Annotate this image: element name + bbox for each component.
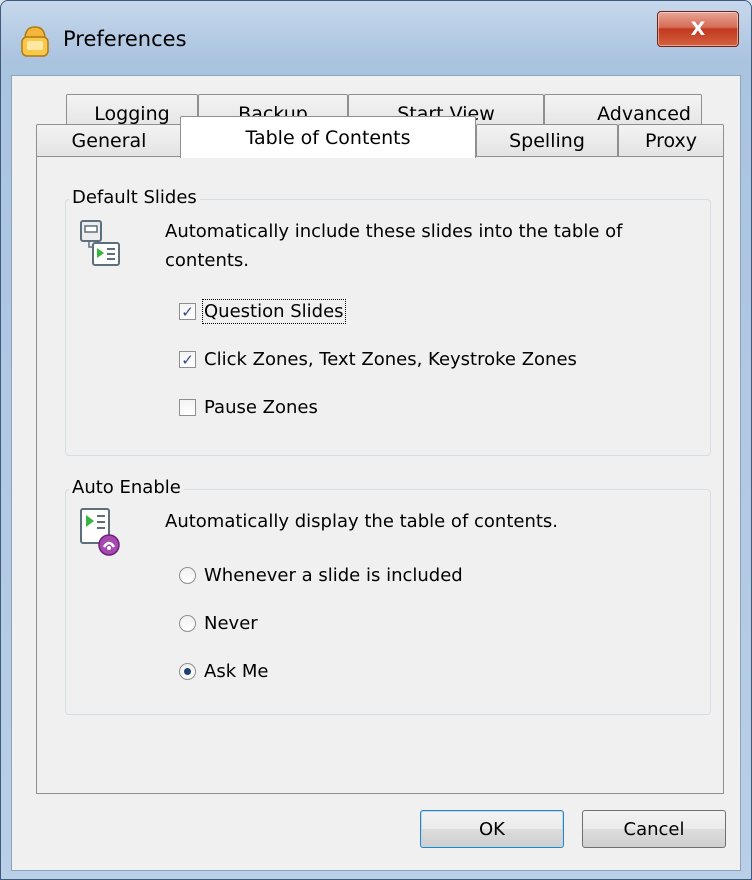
radio-never[interactable]: Never: [179, 613, 258, 634]
tab-table-of-contents[interactable]: Table of Contents: [180, 116, 476, 158]
tab-panel-table-of-contents: Default Slides Automatically include the…: [36, 156, 724, 794]
default-slides-title: Default Slides: [69, 187, 200, 208]
radio-unselected-icon: [179, 615, 196, 632]
radio-whenever-included-label: Whenever a slide is included: [204, 565, 463, 586]
question-slides-checkbox[interactable]: ✓ Question Slides: [179, 299, 346, 324]
radio-selected-icon: [179, 663, 196, 680]
checkbox-checked-icon: ✓: [179, 303, 196, 321]
close-icon: X: [690, 18, 706, 40]
tab-general[interactable]: General: [36, 124, 182, 157]
radio-ask-me[interactable]: Ask Me: [179, 661, 268, 682]
ok-button-label: OK: [479, 818, 505, 840]
radio-whenever-included[interactable]: Whenever a slide is included: [179, 565, 463, 586]
close-button[interactable]: X: [657, 11, 739, 47]
toc-auto-display-icon: [79, 507, 123, 561]
question-slides-label: Question Slides: [202, 299, 346, 324]
radio-ask-me-label: Ask Me: [204, 661, 269, 682]
default-slides-description-line1: Automatically include these slides into …: [165, 221, 623, 242]
tab-spelling-label: Spelling: [509, 130, 585, 152]
tab-table-of-contents-label: Table of Contents: [245, 127, 411, 149]
tab-general-label: General: [71, 130, 147, 152]
auto-enable-title: Auto Enable: [69, 477, 184, 498]
cancel-button-label: Cancel: [623, 818, 685, 840]
tab-proxy[interactable]: Proxy: [618, 124, 724, 157]
tab-spelling[interactable]: Spelling: [476, 124, 618, 157]
auto-enable-description: Automatically display the table of conte…: [165, 511, 559, 532]
dialog-client-area: Logging Backup Start View Advanced Gener…: [11, 75, 741, 871]
radio-unselected-icon: [179, 567, 196, 584]
preferences-window: Preferences X Logging Backup Start View …: [0, 0, 752, 880]
click-zones-checkbox[interactable]: ✓ Click Zones, Text Zones, Keystroke Zon…: [179, 349, 577, 370]
tab-logging-label: Logging: [94, 102, 170, 125]
ok-button[interactable]: OK: [420, 810, 564, 848]
pause-zones-checkbox[interactable]: Pause Zones: [179, 397, 318, 418]
title-bar[interactable]: Preferences X: [1, 1, 751, 77]
cancel-button[interactable]: Cancel: [582, 810, 726, 848]
pause-zones-label: Pause Zones: [204, 397, 318, 418]
app-logo-icon: [19, 25, 51, 59]
default-slides-description-line2: contents.: [165, 250, 250, 271]
click-zones-label: Click Zones, Text Zones, Keystroke Zones: [204, 349, 577, 370]
radio-never-label: Never: [204, 613, 258, 634]
checkbox-checked-icon: ✓: [179, 351, 196, 369]
tab-proxy-label: Proxy: [644, 130, 698, 152]
toc-slides-icon: [79, 219, 121, 271]
tab-advanced-label: Advanced: [597, 102, 691, 125]
checkbox-unchecked-icon: [179, 399, 196, 416]
default-slides-description: Automatically include these slides into …: [165, 217, 705, 275]
window-title: Preferences: [63, 27, 187, 51]
